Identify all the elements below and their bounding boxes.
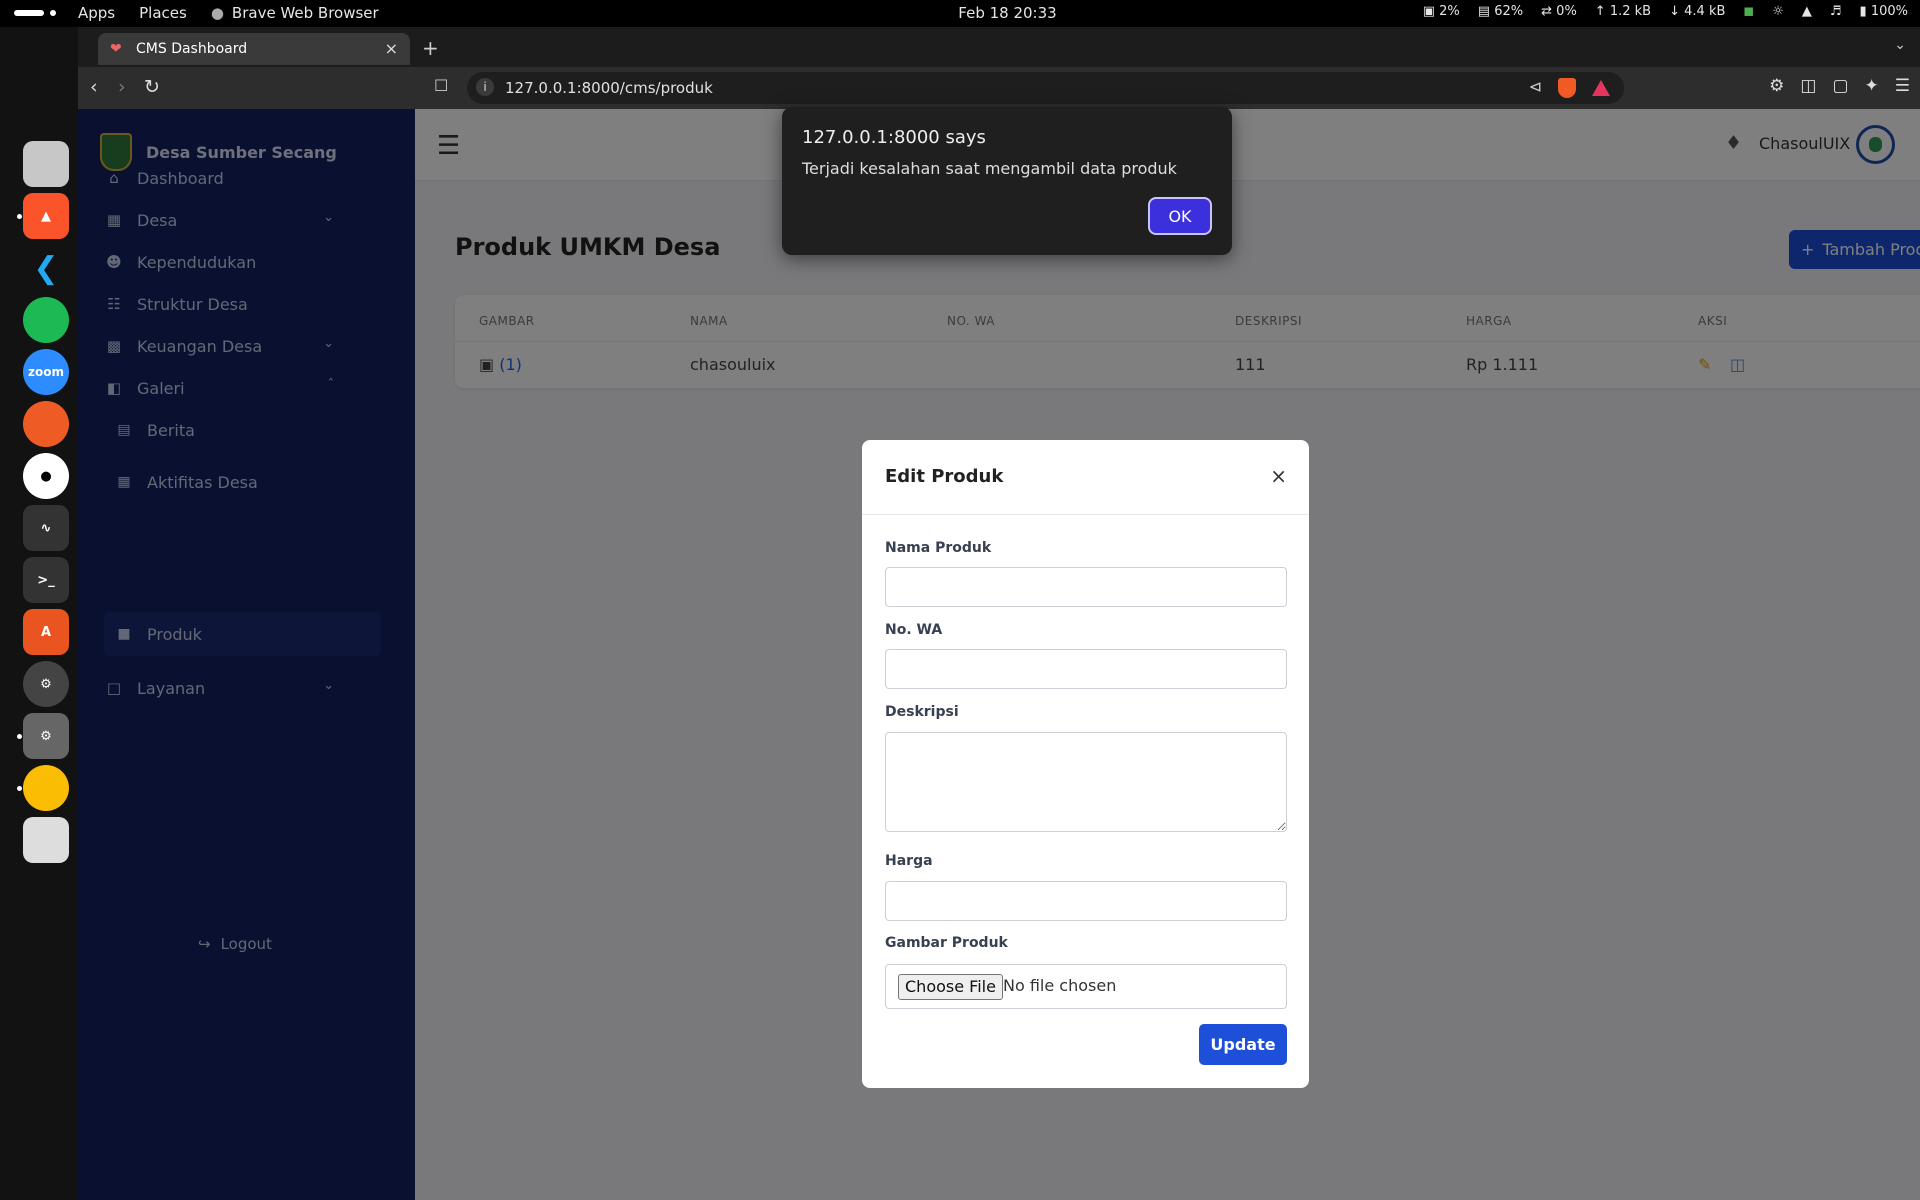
close-tab-icon[interactable]: × xyxy=(385,39,398,58)
modal-title: Edit Produk xyxy=(885,466,1004,487)
browser-alert-dialog: 127.0.0.1:8000 says Terjadi kesalahan sa… xyxy=(782,107,1232,255)
postman-icon[interactable] xyxy=(23,401,69,447)
url-text[interactable]: 127.0.0.1:8000/cms/produk xyxy=(505,79,713,97)
extensions-icon[interactable]: ⚙ xyxy=(1769,76,1784,96)
browser-tab[interactable]: ❤ CMS Dashboard × xyxy=(98,33,410,65)
sidebar-toggle-icon[interactable]: ◫ xyxy=(1800,76,1816,96)
battery-indicator[interactable]: ▮ 100% xyxy=(1860,4,1908,19)
brave-shields-icon[interactable] xyxy=(1558,78,1576,98)
browser-menu-icon[interactable]: ☰ xyxy=(1895,76,1910,96)
swap-indicator[interactable]: ⇄ 0% xyxy=(1541,4,1577,19)
alert-message: Terjadi kesalahan saat mengambil data pr… xyxy=(802,159,1177,178)
update-button[interactable]: Update xyxy=(1199,1024,1287,1065)
vscode-icon[interactable]: ❮ xyxy=(23,245,69,291)
alert-heading: 127.0.0.1:8000 says xyxy=(802,127,986,148)
leo-ai-icon[interactable]: ✦ xyxy=(1865,76,1879,96)
product-image-file-input[interactable]: Choose File No file chosen xyxy=(885,964,1287,1009)
new-tab-icon[interactable]: + xyxy=(422,36,439,60)
vpn-shield-icon[interactable]: ◼ xyxy=(1743,4,1754,19)
chrome-icon[interactable] xyxy=(23,765,69,811)
upload-indicator[interactable]: ↑ 1.2 kB xyxy=(1595,4,1651,19)
choose-file-button[interactable]: Choose File xyxy=(898,974,1003,1000)
reload-icon[interactable]: ↻ xyxy=(144,76,160,98)
memory-indicator[interactable]: ▤ 62% xyxy=(1478,4,1523,19)
browser-tab-strip: ❤ CMS Dashboard × + ⌄ xyxy=(78,27,1920,67)
download-arrow-icon: ↓ xyxy=(1669,4,1681,19)
whatsapp-label: No. WA xyxy=(885,622,943,638)
tab-list-chevron-icon[interactable]: ⌄ xyxy=(1894,37,1906,53)
site-info-icon[interactable]: i xyxy=(476,78,494,96)
product-image-label: Gambar Produk xyxy=(885,935,1008,951)
modal-header: Edit Produk × xyxy=(862,440,1309,515)
price-input[interactable] xyxy=(885,881,1287,921)
settings-icon[interactable]: ⚙ xyxy=(23,713,69,759)
battery-value: 100% xyxy=(1870,4,1908,19)
zoom-icon[interactable]: zoom xyxy=(23,349,69,395)
swap-icon: ⇄ xyxy=(1541,4,1553,19)
share-icon[interactable]: ⊲ xyxy=(1529,77,1542,96)
product-name-label: Nama Produk xyxy=(885,540,992,556)
spotify-icon[interactable] xyxy=(23,297,69,343)
swap-value: 0% xyxy=(1556,4,1577,19)
battery-icon: ▮ xyxy=(1859,4,1867,19)
back-icon[interactable]: ‹ xyxy=(90,76,98,98)
whatsapp-input[interactable] xyxy=(885,649,1287,689)
github-icon[interactable]: ● xyxy=(23,453,69,499)
volume-icon[interactable]: ♬ xyxy=(1830,4,1842,19)
tab-favicon-icon: ❤ xyxy=(110,41,122,57)
price-label: Harga xyxy=(885,853,933,869)
show-apps-icon[interactable] xyxy=(23,817,69,863)
product-name-input[interactable] xyxy=(885,567,1287,607)
description-textarea[interactable] xyxy=(885,732,1287,832)
download-indicator[interactable]: ↓ 4.4 kB xyxy=(1669,4,1725,19)
web-page: Desa Sumber Secang ⌂ Dashboard ▦ Desa ⌄ … xyxy=(78,109,1920,1200)
terminal-icon[interactable]: >_ xyxy=(23,557,69,603)
brave-rewards-icon[interactable] xyxy=(1592,80,1610,96)
bookmark-icon[interactable]: ☐ xyxy=(434,76,448,95)
tab-title: CMS Dashboard xyxy=(136,41,248,57)
running-indicator xyxy=(17,786,22,791)
forward-icon[interactable]: › xyxy=(118,76,126,98)
brightness-icon[interactable]: ☼ xyxy=(1772,4,1784,19)
upload-value: 1.2 kB xyxy=(1609,4,1652,19)
file-status-text: No file chosen xyxy=(1003,976,1117,995)
memory-value: 62% xyxy=(1494,4,1524,19)
cpu-indicator[interactable]: ▣ 2% xyxy=(1423,4,1460,19)
memory-icon: ▤ xyxy=(1477,4,1491,19)
system-monitor-icon[interactable]: ∿ xyxy=(23,505,69,551)
cpu-value: 2% xyxy=(1439,4,1460,19)
running-indicator xyxy=(17,734,22,739)
close-icon[interactable]: × xyxy=(1270,464,1287,488)
wifi-icon[interactable]: ▲ xyxy=(1802,4,1812,19)
download-value: 4.4 kB xyxy=(1684,4,1726,19)
running-indicator xyxy=(17,214,22,219)
address-bar[interactable]: i 127.0.0.1:8000/cms/produk ⊲ xyxy=(467,72,1624,104)
files-app-icon[interactable] xyxy=(23,141,69,187)
cpu-icon: ▣ xyxy=(1422,4,1436,19)
wallet-icon[interactable]: ▢ xyxy=(1832,76,1848,96)
browser-toolbar: ‹ › ↻ ☐ i 127.0.0.1:8000/cms/produk ⊲ ⚙ … xyxy=(78,67,1920,109)
settings-gear-icon[interactable]: ⚙ xyxy=(23,661,69,707)
description-label: Deskripsi xyxy=(885,704,959,720)
alert-ok-button[interactable]: OK xyxy=(1148,197,1212,235)
clock[interactable]: Feb 18 20:33 xyxy=(958,4,1056,22)
edit-product-modal: Edit Produk × Nama Produk No. WA Deskrip… xyxy=(862,440,1309,1088)
brave-browser-icon[interactable]: ▲ xyxy=(23,193,69,239)
upload-arrow-icon: ↑ xyxy=(1594,4,1606,19)
app-center-icon[interactable]: A xyxy=(23,609,69,655)
application-dock: ▲ ❮ zoom ● ∿ >_ A ⚙ ⚙ xyxy=(0,27,78,1200)
system-top-bar: Apps Places ● Brave Web Browser Feb 18 2… xyxy=(0,0,1920,27)
